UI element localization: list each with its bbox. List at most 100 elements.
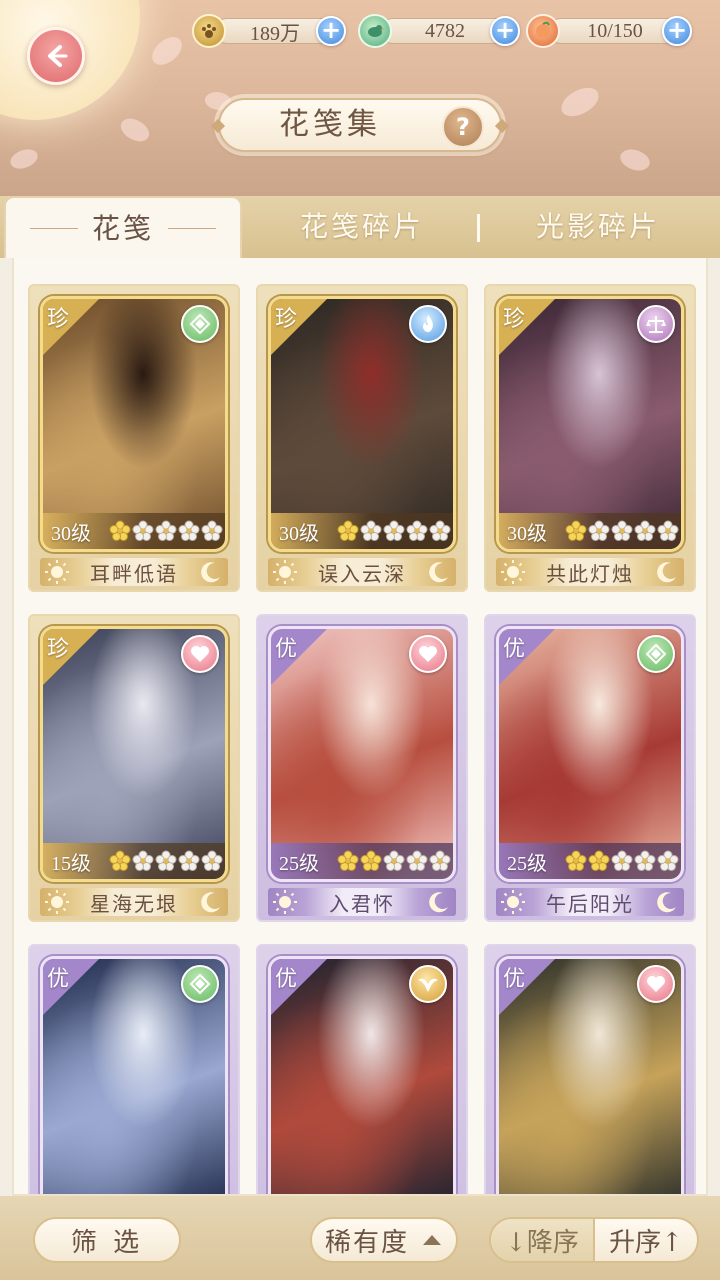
card-name-bar: 入君怀	[268, 888, 456, 916]
card-name: 午后阳光	[546, 891, 634, 916]
resource-bird-gem: 4782 +	[358, 14, 520, 48]
card-art-frame: 优	[496, 956, 684, 1194]
rarity-label: 珍	[47, 307, 70, 332]
star-icon	[588, 520, 610, 541]
sun-icon	[501, 560, 525, 584]
level-bar: 30级	[43, 513, 225, 549]
card-item[interactable]: 优	[28, 944, 240, 1194]
level-bar: 25级	[499, 843, 681, 879]
star-icon	[132, 520, 154, 541]
sun-icon	[273, 890, 297, 914]
rarity-label: 优	[275, 637, 298, 662]
star-rating	[109, 520, 223, 542]
triangle-up-icon	[423, 1235, 441, 1245]
card-name-bar: 误入云深	[268, 558, 456, 586]
card-item[interactable]: 珍 15级星海无垠	[28, 614, 240, 922]
card-name-bar: 星海无垠	[40, 888, 228, 916]
tab-cards[interactable]: 花笺	[4, 196, 242, 258]
add-stamina-button[interactable]: +	[662, 16, 692, 46]
card-name: 共此灯烛	[546, 561, 634, 586]
star-rating	[565, 520, 679, 542]
card-level: 30级	[507, 522, 547, 545]
card-art-frame: 优	[40, 956, 228, 1194]
card-art-frame: 优 25级	[496, 626, 684, 882]
bird-gem-icon	[358, 14, 392, 48]
star-rating	[109, 850, 223, 872]
star-icon	[565, 850, 587, 871]
level-bar: 30级	[499, 513, 681, 549]
star-icon	[406, 520, 428, 541]
rarity-label: 优	[275, 967, 298, 992]
star-rating	[337, 850, 451, 872]
star-icon	[383, 520, 405, 541]
sun-icon	[501, 890, 525, 914]
filter-button[interactable]: 筛 选	[33, 1217, 181, 1263]
add-bird-gem-button[interactable]: +	[490, 16, 520, 46]
card-name-bar: 共此灯烛	[496, 558, 684, 586]
star-rating	[337, 520, 451, 542]
rarity-label: 优	[503, 967, 526, 992]
star-icon	[178, 520, 200, 541]
ascending-button[interactable]: 升序↑	[595, 1219, 697, 1261]
level-bar: 25级	[271, 843, 453, 879]
card-item[interactable]: 优 25级午后阳光	[484, 614, 696, 922]
rarity-label: 优	[503, 637, 526, 662]
resource-paw-coin: 189万 +	[192, 14, 346, 48]
back-button[interactable]	[27, 27, 85, 85]
tab-divider	[477, 214, 480, 242]
star-icon	[201, 850, 223, 871]
add-paw-coin-button[interactable]: +	[316, 16, 346, 46]
tab-card-fragments[interactable]: 花笺碎片	[262, 196, 462, 258]
card-item[interactable]: 优	[256, 944, 468, 1194]
star-icon	[657, 520, 679, 541]
star-icon	[360, 520, 382, 541]
star-icon	[657, 850, 679, 871]
card-art-frame: 珍 15级	[40, 626, 228, 882]
card-item[interactable]: 优	[484, 944, 696, 1194]
card-level: 15级	[51, 852, 91, 875]
star-icon	[337, 850, 359, 871]
card-item[interactable]: 珍 30级共此灯烛	[484, 284, 696, 592]
descending-button[interactable]: ↓降序	[491, 1219, 593, 1261]
tab-bar: 花笺 花笺碎片 光影碎片	[0, 196, 720, 258]
sort-order-toggle: ↓降序 升序↑	[489, 1217, 699, 1263]
card-art-frame: 珍 30级	[40, 296, 228, 552]
card-art-frame: 珍 30级	[268, 296, 456, 552]
card-item[interactable]: 优 25级入君怀	[256, 614, 468, 922]
star-icon	[155, 520, 177, 541]
card-grid[interactable]: 珍 30级 耳畔低语珍 30级 误入云深珍 30级 共此灯烛珍 15级 星海无垠优 25级 入君怀优…	[12, 258, 708, 1196]
help-button[interactable]: ?	[442, 106, 484, 148]
star-icon	[588, 850, 610, 871]
star-icon	[383, 850, 405, 871]
card-name-bar: 午后阳光	[496, 888, 684, 916]
green-diamond-icon	[637, 635, 675, 673]
star-icon	[611, 850, 633, 871]
card-item[interactable]: 珍 30级误入云深	[256, 284, 468, 592]
sun-icon	[45, 560, 69, 584]
card-art-frame: 优	[268, 956, 456, 1194]
moon-icon	[657, 892, 676, 913]
pink-heart-icon	[409, 635, 447, 673]
page-title: 花笺集	[279, 107, 381, 142]
green-diamond-icon	[181, 965, 219, 1003]
star-icon	[429, 520, 451, 541]
blue-flame-icon	[409, 305, 447, 343]
rarity-label: 珍	[275, 307, 298, 332]
gold-bird-icon	[409, 965, 447, 1003]
card-level: 25级	[279, 852, 319, 875]
star-icon	[201, 520, 223, 541]
star-icon	[429, 850, 451, 871]
tab-light-fragments[interactable]: 光影碎片	[498, 196, 698, 258]
card-name-bar: 耳畔低语	[40, 558, 228, 586]
star-icon	[109, 520, 131, 541]
rarity-sort-label: 稀有度	[324, 1227, 409, 1258]
card-art-frame: 珍 30级	[496, 296, 684, 552]
star-icon	[109, 850, 131, 871]
card-item[interactable]: 珍 30级耳畔低语	[28, 284, 240, 592]
card-level: 30级	[51, 522, 91, 545]
pink-heart-icon	[637, 965, 675, 1003]
green-diamond-icon	[181, 305, 219, 343]
rarity-sort-button[interactable]: 稀有度	[310, 1217, 458, 1263]
star-icon	[155, 850, 177, 871]
star-icon	[132, 850, 154, 871]
